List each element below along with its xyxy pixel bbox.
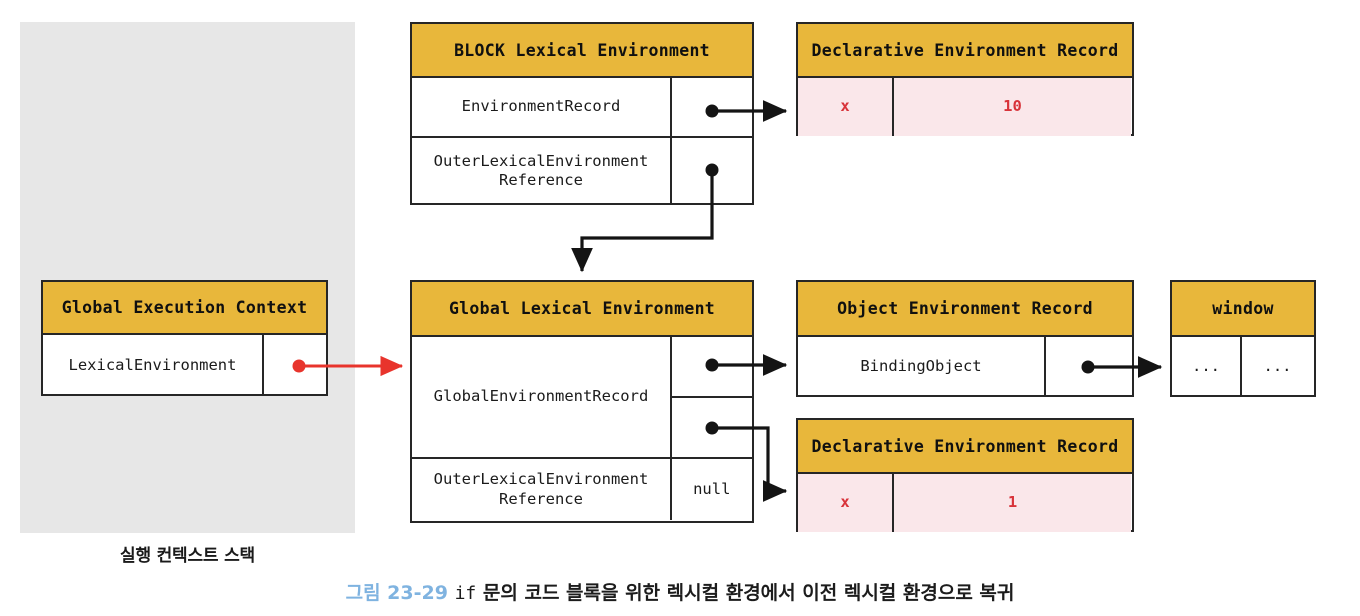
binding-object-label: BindingObject [798, 337, 1046, 396]
table-row: x 1 [798, 474, 1132, 532]
box-global-execution-context: Global Execution Context LexicalEnvironm… [41, 280, 328, 396]
window-ellipsis-right: ... [1263, 356, 1292, 375]
box-block-declarative-environment-record: Declarative Environment Record x 10 [796, 22, 1134, 136]
object-environment-record-title: Object Environment Record [798, 282, 1132, 337]
figure-caption-text: 문의 코드 블록을 위한 렉시컬 환경에서 이전 렉시컬 환경으로 복귀 [482, 582, 1015, 604]
global-lexical-environment-pointer-cell [264, 335, 325, 396]
box-global-lexical-environment: Global Lexical Environment GlobalEnviron… [410, 280, 754, 523]
block-outer-ref-label: OuterLexicalEnvironment Reference [412, 138, 672, 204]
box-object-environment-record: Object Environment Record BindingObject [796, 280, 1134, 397]
global-lexical-environment-label: LexicalEnvironment [43, 335, 264, 396]
window-object-title: window [1172, 282, 1314, 337]
execution-context-stack-area [20, 22, 355, 533]
binding-object-pointer-cell [1046, 337, 1131, 396]
table-row: BindingObject [798, 337, 1132, 396]
block-env-record-label: EnvironmentRecord [412, 78, 672, 136]
global-execution-context-title: Global Execution Context [43, 282, 326, 335]
table-row: ... ... [1172, 337, 1314, 396]
block-lexical-environment-title: BLOCK Lexical Environment [412, 24, 752, 78]
figure-canvas: BLOCK Lexical Environment EnvironmentRec… [0, 0, 1360, 616]
table-row: x 10 [798, 78, 1132, 136]
box-global-declarative-environment-record: Declarative Environment Record x 1 [796, 418, 1134, 532]
global-outer-ref-value: null [693, 479, 731, 498]
figure-caption-code: if [454, 583, 477, 604]
global-environment-record-pointers [672, 337, 752, 457]
figure-caption: 그림 23-29 if 문의 코드 블록을 위한 렉시컬 환경에서 이전 렉시컬… [0, 578, 1360, 605]
table-row: OuterLexicalEnvironment Reference null [412, 459, 752, 520]
window-ellipsis-left: ... [1172, 337, 1242, 396]
block-env-record-pointer-cell [672, 78, 752, 136]
table-row: OuterLexicalEnvironment Reference [412, 138, 752, 204]
global-lexical-environment-title: Global Lexical Environment [412, 282, 752, 337]
global-environment-record-label: GlobalEnvironmentRecord [412, 337, 672, 457]
table-row: EnvironmentRecord [412, 78, 752, 138]
block-binding-value: 10 [894, 78, 1131, 136]
global-declarative-record-title: Declarative Environment Record [798, 420, 1132, 474]
box-window-object: window ... ... [1170, 280, 1316, 397]
global-outer-ref-label: OuterLexicalEnvironment Reference [412, 459, 672, 520]
figure-caption-number: 그림 23-29 [345, 582, 448, 604]
execution-context-stack-label: 실행 컨텍스트 스택 [120, 546, 255, 566]
table-row: LexicalEnvironment [43, 335, 326, 396]
box-block-lexical-environment: BLOCK Lexical Environment EnvironmentRec… [410, 22, 754, 205]
block-outer-ref-pointer-cell [672, 138, 752, 204]
object-record-pointer-cell [672, 337, 752, 398]
global-binding-value: 1 [894, 474, 1131, 532]
block-binding-name: x [798, 78, 894, 136]
table-row: GlobalEnvironmentRecord [412, 337, 752, 459]
global-binding-name: x [798, 474, 894, 532]
declarative-record-pointer-cell [672, 398, 752, 457]
block-declarative-record-title: Declarative Environment Record [798, 24, 1132, 78]
